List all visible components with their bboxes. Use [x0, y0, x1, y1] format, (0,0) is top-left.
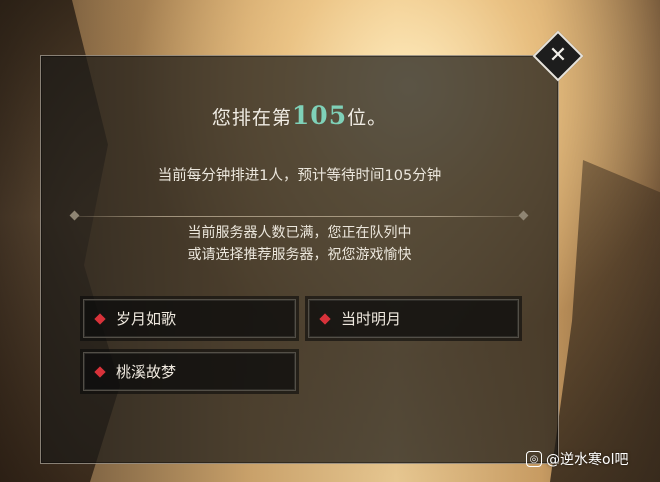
divider: [74, 216, 524, 217]
queue-dialog: 您排在第105位。 当前每分钟排进1人，预计等待时间105分钟 当前服务器人数已…: [40, 55, 559, 464]
diamond-marker-icon: [319, 312, 331, 325]
watermark: ◎ @逆水寒ol吧: [526, 449, 628, 469]
server-button-taoxigumeng[interactable]: 桃溪故梦: [83, 352, 296, 391]
diamond-marker-icon: [94, 312, 106, 325]
rank-number: 105: [291, 101, 348, 130]
weibo-logo-icon: ◎: [526, 451, 542, 467]
queue-rank-text: 您排在第105位。: [41, 101, 558, 130]
server-label: 岁月如歌: [116, 310, 177, 328]
server-label: 桃溪故梦: [116, 363, 177, 381]
rank-suffix: 位。: [347, 107, 388, 129]
close-icon: ✕: [548, 43, 568, 68]
wait-time-text: 当前每分钟排进1人，预计等待时间105分钟: [157, 168, 442, 184]
server-label: 当时明月: [341, 310, 402, 328]
diamond-marker-icon: [94, 365, 106, 378]
divider-ornament-right: [518, 210, 529, 221]
message-line-2: 或请选择推荐服务器，祝您游戏愉快: [187, 247, 412, 263]
message-line-1: 当前服务器人数已满，您正在队列中: [187, 225, 412, 241]
rank-prefix: 您排在第: [211, 107, 292, 129]
server-full-message: 当前服务器人数已满，您正在队列中 或请选择推荐服务器，祝您游戏愉快: [41, 222, 558, 266]
divider-ornament-left: [69, 210, 80, 221]
server-button-dangshimingyue[interactable]: 当时明月: [308, 299, 519, 338]
server-button-suiyuerugee[interactable]: 岁月如歌: [83, 299, 296, 338]
watermark-text: @逆水寒ol吧: [546, 452, 629, 468]
